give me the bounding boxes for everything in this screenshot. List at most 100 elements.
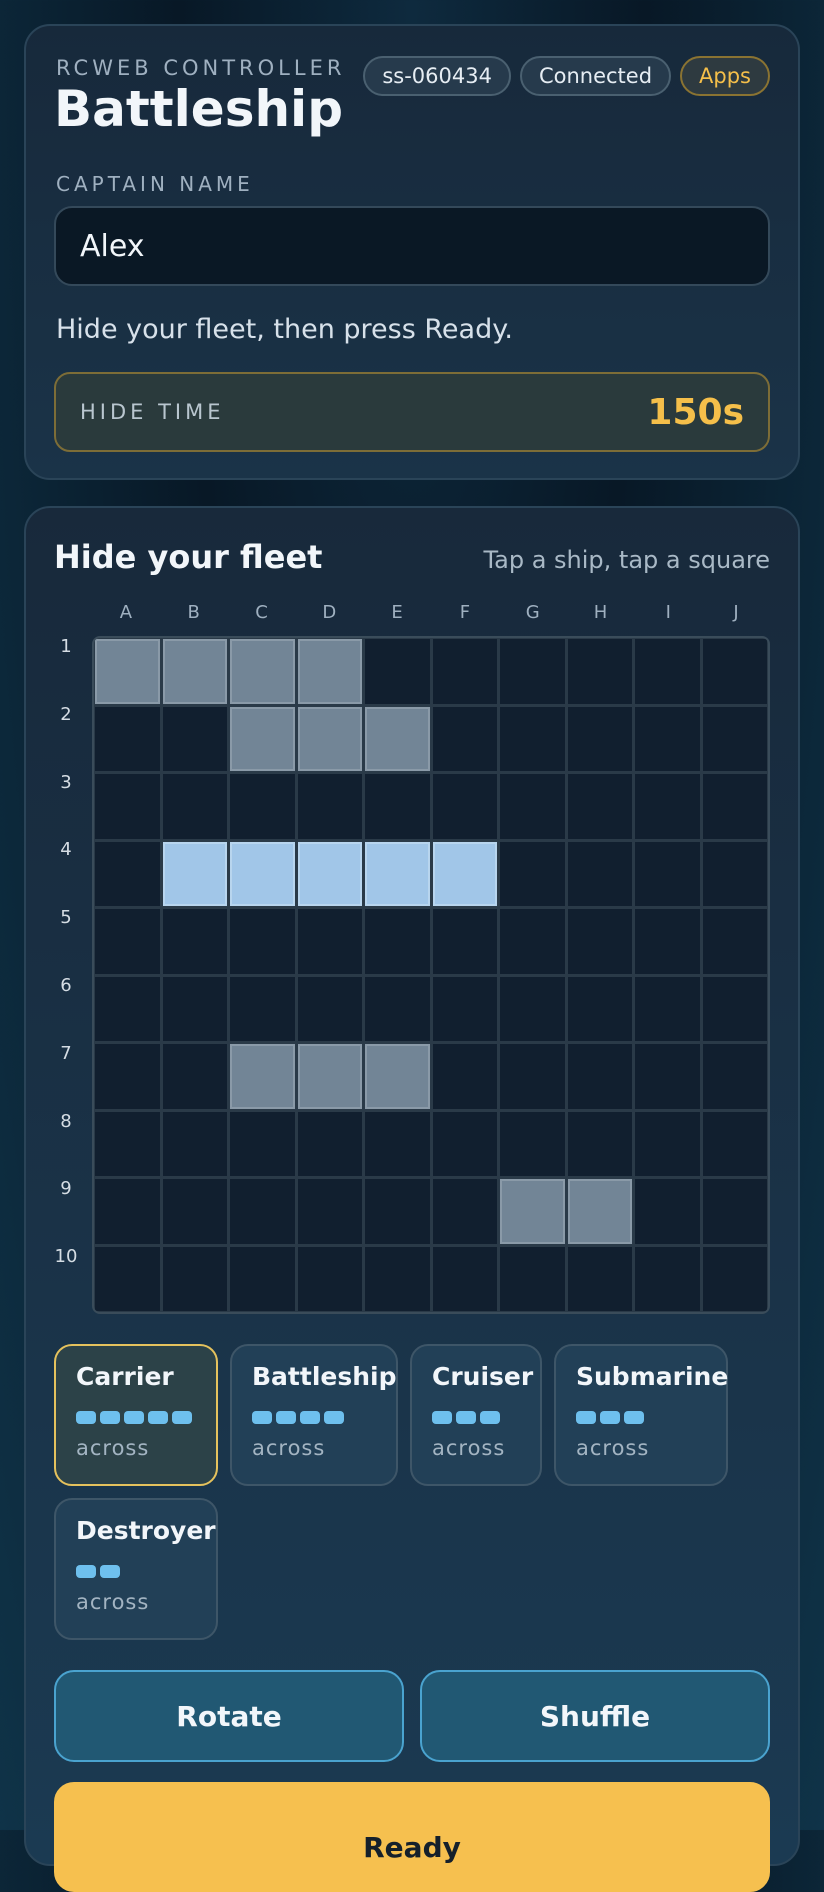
board-cell-g2[interactable] <box>500 706 565 771</box>
board-cell-f9[interactable] <box>432 1179 497 1244</box>
board-cell-j1[interactable] <box>702 639 767 704</box>
rotate-button[interactable]: Rotate <box>54 1670 404 1762</box>
board-cell-h8[interactable] <box>567 1111 632 1176</box>
shuffle-button[interactable]: Shuffle <box>420 1670 770 1762</box>
board-cell-h7[interactable] <box>567 1044 632 1109</box>
board-cell-e5[interactable] <box>365 909 430 974</box>
board-cell-a5[interactable] <box>95 909 160 974</box>
board-cell-e1[interactable] <box>365 639 430 704</box>
board-cell-a4[interactable] <box>95 841 160 906</box>
board-cell-f5[interactable] <box>432 909 497 974</box>
board-cell-c2[interactable] <box>230 706 295 771</box>
board-cell-f4[interactable] <box>432 841 497 906</box>
ship-card-carrier[interactable]: Carrier across <box>54 1344 218 1486</box>
board-cell-i5[interactable] <box>635 909 700 974</box>
board-cell-b2[interactable] <box>162 706 227 771</box>
board-cell-h2[interactable] <box>567 706 632 771</box>
board-cell-i10[interactable] <box>635 1246 700 1311</box>
board-cell-d6[interactable] <box>297 976 362 1041</box>
board-cell-g5[interactable] <box>500 909 565 974</box>
board-cell-d5[interactable] <box>297 909 362 974</box>
board-cell-c3[interactable] <box>230 774 295 839</box>
board-cell-e2[interactable] <box>365 706 430 771</box>
board-cell-j9[interactable] <box>702 1179 767 1244</box>
board-cell-g9[interactable] <box>500 1179 565 1244</box>
board-cell-g10[interactable] <box>500 1246 565 1311</box>
board-cell-d2[interactable] <box>297 706 362 771</box>
board-cell-h9[interactable] <box>567 1179 632 1244</box>
board-cell-a8[interactable] <box>95 1111 160 1176</box>
board-cell-h1[interactable] <box>567 639 632 704</box>
board-cell-d7[interactable] <box>297 1044 362 1109</box>
fleet-board[interactable] <box>92 636 770 1314</box>
board-cell-e6[interactable] <box>365 976 430 1041</box>
board-cell-e10[interactable] <box>365 1246 430 1311</box>
board-cell-b7[interactable] <box>162 1044 227 1109</box>
board-cell-i9[interactable] <box>635 1179 700 1244</box>
board-cell-b6[interactable] <box>162 976 227 1041</box>
board-cell-j7[interactable] <box>702 1044 767 1109</box>
board-cell-e4[interactable] <box>365 841 430 906</box>
board-cell-c10[interactable] <box>230 1246 295 1311</box>
board-cell-h10[interactable] <box>567 1246 632 1311</box>
board-cell-g7[interactable] <box>500 1044 565 1109</box>
board-cell-h3[interactable] <box>567 774 632 839</box>
board-cell-j2[interactable] <box>702 706 767 771</box>
board-cell-d10[interactable] <box>297 1246 362 1311</box>
board-cell-i1[interactable] <box>635 639 700 704</box>
board-cell-d8[interactable] <box>297 1111 362 1176</box>
board-cell-c1[interactable] <box>230 639 295 704</box>
board-cell-b3[interactable] <box>162 774 227 839</box>
board-cell-j6[interactable] <box>702 976 767 1041</box>
board-cell-a9[interactable] <box>95 1179 160 1244</box>
board-cell-f3[interactable] <box>432 774 497 839</box>
board-cell-e9[interactable] <box>365 1179 430 1244</box>
board-cell-g6[interactable] <box>500 976 565 1041</box>
board-cell-c8[interactable] <box>230 1111 295 1176</box>
board-cell-c7[interactable] <box>230 1044 295 1109</box>
board-cell-b4[interactable] <box>162 841 227 906</box>
board-cell-a1[interactable] <box>95 639 160 704</box>
board-cell-b9[interactable] <box>162 1179 227 1244</box>
board-cell-a2[interactable] <box>95 706 160 771</box>
board-cell-h6[interactable] <box>567 976 632 1041</box>
board-cell-d3[interactable] <box>297 774 362 839</box>
board-cell-f10[interactable] <box>432 1246 497 1311</box>
board-cell-e7[interactable] <box>365 1044 430 1109</box>
ship-card-destroyer[interactable]: Destroyer across <box>54 1498 218 1640</box>
board-cell-i8[interactable] <box>635 1111 700 1176</box>
board-cell-g4[interactable] <box>500 841 565 906</box>
ready-button[interactable]: Ready <box>54 1782 770 1892</box>
board-cell-a3[interactable] <box>95 774 160 839</box>
board-cell-j8[interactable] <box>702 1111 767 1176</box>
board-cell-i4[interactable] <box>635 841 700 906</box>
board-cell-d1[interactable] <box>297 639 362 704</box>
board-cell-i2[interactable] <box>635 706 700 771</box>
board-cell-c5[interactable] <box>230 909 295 974</box>
board-cell-d9[interactable] <box>297 1179 362 1244</box>
board-cell-b1[interactable] <box>162 639 227 704</box>
board-cell-a7[interactable] <box>95 1044 160 1109</box>
board-cell-a6[interactable] <box>95 976 160 1041</box>
apps-button[interactable]: Apps <box>680 56 770 96</box>
ship-card-submarine[interactable]: Submarine across <box>554 1344 728 1486</box>
board-cell-j10[interactable] <box>702 1246 767 1311</box>
board-cell-b5[interactable] <box>162 909 227 974</box>
board-cell-g1[interactable] <box>500 639 565 704</box>
board-cell-d4[interactable] <box>297 841 362 906</box>
board-cell-i7[interactable] <box>635 1044 700 1109</box>
board-cell-b8[interactable] <box>162 1111 227 1176</box>
board-cell-c6[interactable] <box>230 976 295 1041</box>
board-cell-h5[interactable] <box>567 909 632 974</box>
captain-name-input[interactable] <box>54 206 770 286</box>
board-cell-c4[interactable] <box>230 841 295 906</box>
ship-card-cruiser[interactable]: Cruiser across <box>410 1344 542 1486</box>
board-cell-g3[interactable] <box>500 774 565 839</box>
board-cell-b10[interactable] <box>162 1246 227 1311</box>
board-cell-g8[interactable] <box>500 1111 565 1176</box>
board-cell-a10[interactable] <box>95 1246 160 1311</box>
board-cell-f2[interactable] <box>432 706 497 771</box>
ship-card-battleship[interactable]: Battleship across <box>230 1344 398 1486</box>
board-cell-e3[interactable] <box>365 774 430 839</box>
board-cell-j3[interactable] <box>702 774 767 839</box>
